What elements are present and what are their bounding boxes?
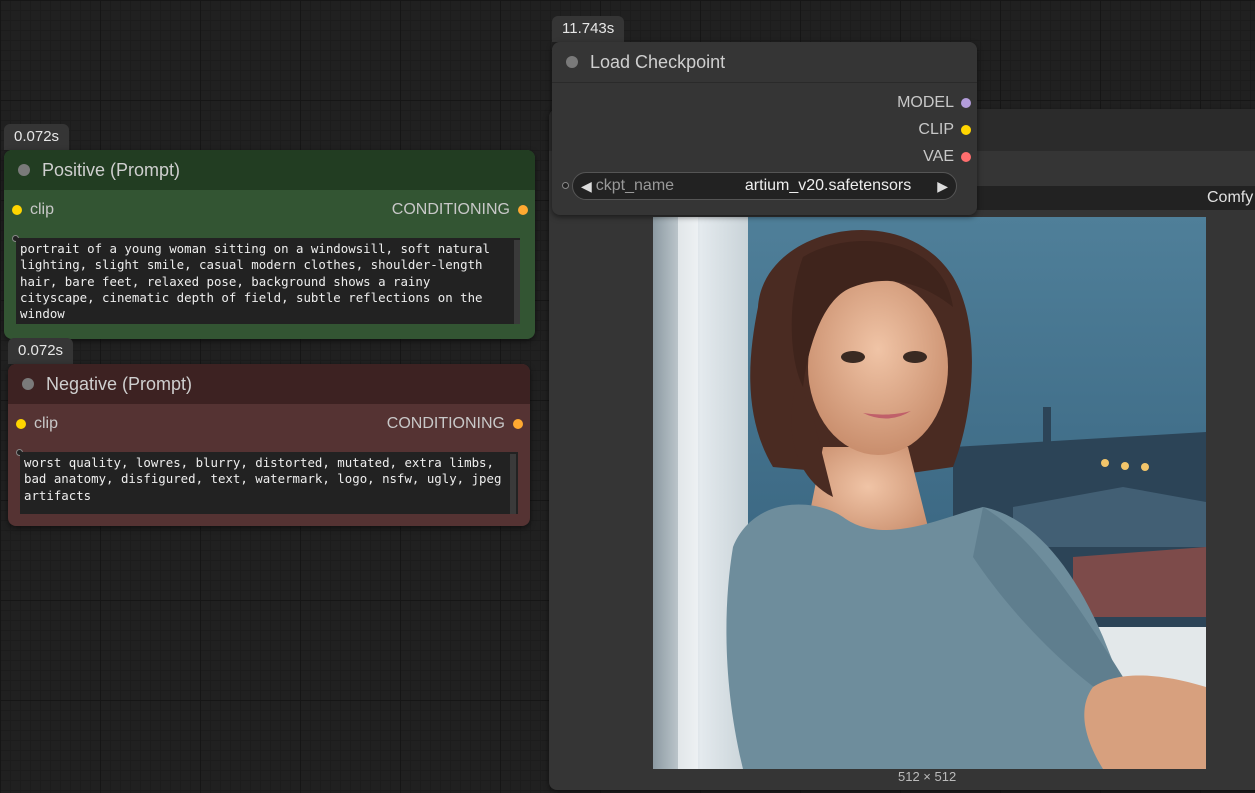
- negative-prompt-node[interactable]: Negative (Prompt) clip CONDITIONING wors…: [8, 364, 530, 526]
- negative-input-label: clip: [34, 415, 59, 432]
- load-checkpoint-title: Load Checkpoint: [590, 51, 726, 72]
- collapse-dot-icon[interactable]: [22, 378, 34, 390]
- negative-output-label: CONDITIONING: [386, 415, 505, 432]
- ckpt-widget-input-dot-icon[interactable]: [562, 182, 569, 189]
- ckpt-name-value: artium_v20.safetensors: [744, 177, 912, 194]
- output-label-model: MODEL: [897, 94, 954, 111]
- filename-prefix-value: Comfy: [1207, 189, 1254, 206]
- positive-time-badge: 0.072s: [4, 124, 70, 150]
- output-label-vae: VAE: [923, 148, 954, 165]
- preview-image[interactable]: [653, 217, 1206, 769]
- negative-title: Negative (Prompt): [46, 373, 193, 394]
- positive-slot-row: clip CONDITIONING: [4, 199, 535, 221]
- output-slot-model[interactable]: MODEL: [552, 92, 977, 114]
- negative-textarea-scrollbar[interactable]: [510, 454, 516, 514]
- output-slot-clip[interactable]: CLIP: [552, 119, 977, 141]
- positive-textarea-scrollbar[interactable]: [514, 240, 520, 324]
- ckpt-next-arrow-icon[interactable]: ▶: [937, 178, 948, 195]
- negative-title-bar[interactable]: Negative (Prompt): [8, 364, 530, 404]
- conditioning-output-dot-icon[interactable]: [513, 419, 523, 429]
- output-label-clip: CLIP: [918, 121, 954, 138]
- clip-output-dot-icon[interactable]: [961, 125, 971, 135]
- load-checkpoint-node[interactable]: Load Checkpoint MODEL CLIP VAE ◀ ckpt_na…: [552, 42, 977, 215]
- generated-portrait-image: [653, 217, 1206, 769]
- collapse-dot-icon[interactable]: [18, 164, 30, 176]
- ckpt-name-label: ckpt_name: [595, 177, 675, 194]
- load-checkpoint-title-bar[interactable]: Load Checkpoint: [552, 42, 977, 83]
- negative-prompt-textarea[interactable]: worst quality, lowres, blurry, distorted…: [20, 452, 518, 514]
- output-slot-vae[interactable]: VAE: [552, 146, 977, 168]
- image-size-label: 512 × 512: [898, 769, 957, 784]
- negative-time-badge: 0.072s: [8, 338, 74, 364]
- positive-title: Positive (Prompt): [42, 159, 181, 180]
- positive-title-bar[interactable]: Positive (Prompt): [4, 150, 535, 190]
- positive-prompt-node[interactable]: Positive (Prompt) clip CONDITIONING port…: [4, 150, 535, 339]
- clip-input-dot-icon[interactable]: [12, 205, 22, 215]
- collapse-dot-icon[interactable]: [566, 56, 578, 68]
- positive-prompt-textarea[interactable]: portrait of a young woman sitting on a w…: [16, 238, 520, 324]
- negative-slot-row: clip CONDITIONING: [8, 413, 530, 435]
- load-checkpoint-time-badge: 11.743s: [552, 16, 625, 42]
- conditioning-output-dot-icon[interactable]: [518, 205, 528, 215]
- vae-output-dot-icon[interactable]: [961, 152, 971, 162]
- model-output-dot-icon[interactable]: [961, 98, 971, 108]
- ckpt-name-combo[interactable]: ◀ ckpt_name artium_v20.safetensors ▶: [572, 172, 957, 200]
- ckpt-prev-arrow-icon[interactable]: ◀: [581, 178, 592, 195]
- clip-input-dot-icon[interactable]: [16, 419, 26, 429]
- positive-output-label: CONDITIONING: [391, 201, 510, 218]
- positive-input-label: clip: [30, 201, 55, 218]
